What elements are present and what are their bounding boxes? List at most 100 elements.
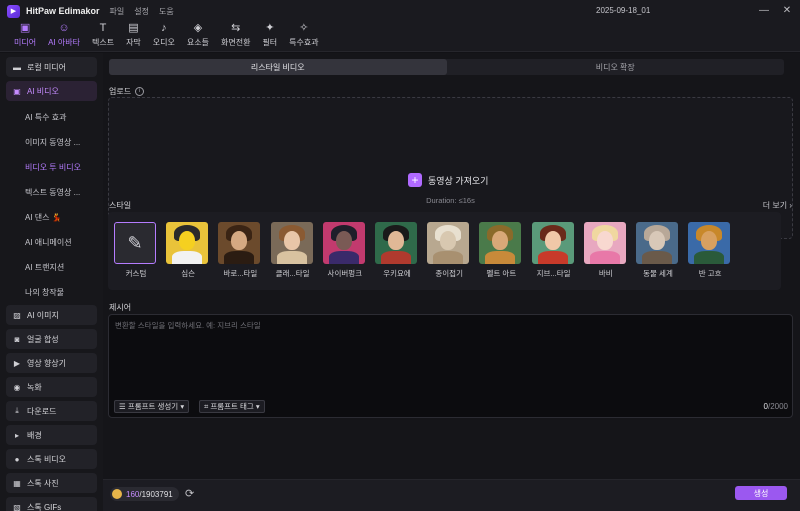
- sidebar-sub-text-to-video[interactable]: 텍스트 동영상 ...: [6, 180, 97, 205]
- thumbnail-body: [694, 251, 725, 264]
- tool-text[interactable]: T 텍스트: [86, 23, 120, 51]
- thumbnail-body: [642, 251, 672, 264]
- credits-badge: 160/1903791: [110, 487, 179, 501]
- thumbnail-body: [485, 251, 516, 264]
- style-name: 펠트 아트: [486, 269, 517, 278]
- record-icon: ◉: [13, 382, 21, 392]
- custom-style-icon: ✎: [114, 222, 156, 264]
- char-count-max: /2000: [767, 402, 788, 411]
- prompt-box: ☰ 프롬프트 생성기 ▾ ⌗ 프롬프트 태그 ▾ 0/2000: [108, 314, 793, 418]
- duration-limit: Duration: ≤16s: [426, 196, 475, 205]
- style-thumbnail: [688, 222, 731, 264]
- prompt-tag-dropdown[interactable]: ⌗ 프롬프트 태그 ▾: [199, 400, 265, 413]
- thumbnail-body: [537, 251, 568, 264]
- style-card[interactable]: 종이접기: [427, 222, 471, 279]
- tool-transition[interactable]: ⇆ 화면전환: [215, 23, 256, 51]
- sidebar-item-label: 스톡 비디오: [27, 454, 67, 464]
- sidebar-item-ai-video[interactable]: ▣ AI 비디오: [6, 81, 97, 101]
- style-card[interactable]: 바로...타일: [218, 222, 262, 279]
- style-section-label: 스타일: [109, 201, 132, 210]
- elements-icon: ◈: [193, 22, 203, 34]
- prompt-generator-dropdown[interactable]: ☰ 프롬프트 생성기 ▾: [114, 400, 190, 413]
- style-card[interactable]: 클래...타일: [270, 222, 315, 279]
- thumbnail-face: [596, 231, 613, 250]
- sidebar-sub-ai-dance[interactable]: AI 댄스 💃: [6, 205, 97, 230]
- style-card[interactable]: ✎ 커스텀: [114, 222, 158, 279]
- menu-help[interactable]: 도움: [159, 6, 174, 17]
- upload-section-label: 업로드 i: [109, 86, 145, 97]
- caret-down-icon: ▾: [180, 402, 185, 411]
- app-title: HitPaw Edimakor: [26, 6, 100, 16]
- sidebar-item-video-enhancer[interactable]: ▶ 영상 향상기: [6, 353, 97, 373]
- close-icon[interactable]: ✕: [780, 4, 794, 18]
- style-thumbnail: [479, 222, 522, 264]
- menu-file[interactable]: 파일: [110, 6, 125, 17]
- top-toolbar: ▣ 미디어 ☺ AI 아바타 T 텍스트 ▤ 자막 ♪ 오디오 ◈ 요소들 ⇆ …: [0, 22, 800, 52]
- upload-label-text: 업로드: [109, 87, 132, 96]
- tool-effects[interactable]: ✧ 특수효과: [283, 23, 324, 51]
- tool-ai-avatar[interactable]: ☺ AI 아바타: [42, 23, 86, 51]
- style-name: 반 고흐: [698, 269, 722, 278]
- style-name: 사이버펑크: [327, 269, 363, 278]
- sidebar-sub-video-to-video[interactable]: 비디오 투 비디오: [6, 155, 97, 180]
- sidebar-sub-image-to-video[interactable]: 이미지 동영상 ...: [6, 130, 97, 155]
- thumbnail-face: [231, 231, 248, 250]
- more-styles-link[interactable]: 더 보기 ›: [763, 200, 792, 211]
- sidebar-item-download[interactable]: ⤓ 다운로드: [6, 401, 97, 421]
- sidebar-sub-ai-animation[interactable]: AI 애니메이션: [6, 230, 97, 255]
- sidebar-item-ai-image[interactable]: ▨ AI 이미지: [6, 305, 97, 325]
- thumbnail-body: [381, 251, 411, 264]
- sidebar-sub-ai-transition[interactable]: AI 트랜지션: [6, 255, 97, 280]
- sidebar-item-label: 로컬 미디어: [27, 62, 67, 72]
- style-card[interactable]: 바비: [583, 222, 628, 279]
- thumbnail-face: [649, 231, 665, 250]
- tab-video-extend[interactable]: 비디오 확장: [447, 59, 785, 75]
- sidebar-item-stock-video[interactable]: ● 스톡 비디오: [6, 449, 97, 469]
- style-card[interactable]: 심슨: [166, 222, 210, 279]
- import-video-button[interactable]: + 동영상 가져오기: [408, 173, 488, 187]
- thumbnail-body: [589, 251, 620, 264]
- stock-photo-icon: ▦: [13, 478, 21, 488]
- menu-settings[interactable]: 설정: [134, 6, 149, 17]
- minimize-icon[interactable]: —: [757, 4, 771, 18]
- prompt-generator-label: 프롬프트 생성기: [127, 402, 179, 411]
- chevron-right-icon: ›: [789, 201, 792, 210]
- tool-elements[interactable]: ◈ 요소들: [181, 23, 215, 51]
- prompt-tag-label: 프롬프트 태그: [210, 402, 254, 411]
- sidebar-sub-ai-effects[interactable]: AI 특수 효과: [6, 105, 97, 130]
- app-logo-icon: ▶: [7, 4, 20, 18]
- tool-label: 특수효과: [289, 38, 319, 47]
- generate-button[interactable]: 생성: [735, 486, 787, 500]
- style-card[interactable]: 지브...타일: [531, 222, 576, 279]
- sidebar-sub-my-creations[interactable]: 나의 창작물: [6, 280, 97, 305]
- prompt-input[interactable]: [115, 320, 775, 390]
- sidebar-item-face-swap[interactable]: ◙ 얼굴 합성: [6, 329, 97, 349]
- sidebar-item-stock-photo[interactable]: ▦ 스톡 사진: [6, 473, 97, 493]
- sidebar-item-background[interactable]: ▸ 배경: [6, 425, 97, 445]
- style-card[interactable]: 우키요에: [375, 222, 419, 279]
- thumbnail-face: [440, 231, 457, 250]
- thumbnail-face: [283, 231, 300, 250]
- subtitle-icon: ▤: [128, 22, 139, 34]
- image-icon: ▨: [13, 310, 21, 320]
- style-card[interactable]: 동물 세계: [636, 222, 680, 279]
- style-thumbnail: [270, 222, 313, 264]
- sidebar-item-record[interactable]: ◉ 녹화: [6, 377, 97, 397]
- style-card[interactable]: 반 고흐: [688, 222, 732, 279]
- tool-filter[interactable]: ✦ 필터: [256, 23, 283, 51]
- style-name: 커스텀: [125, 269, 147, 278]
- tool-audio[interactable]: ♪ 오디오: [147, 23, 181, 51]
- tool-subtitle[interactable]: ▤ 자막: [120, 23, 147, 51]
- tab-restyle-video[interactable]: 리스타일 비디오: [109, 59, 447, 75]
- sidebar-item-local-media[interactable]: ▬ 로컬 미디어: [6, 57, 97, 77]
- stock-gif-icon: ▧: [13, 502, 21, 511]
- sidebar-item-label: 스톡 GIFs: [27, 502, 62, 511]
- info-icon[interactable]: i: [135, 87, 145, 97]
- sidebar-item-label: 얼굴 합성: [27, 334, 59, 344]
- sidebar-item-stock-gifs[interactable]: ▧ 스톡 GIFs: [6, 497, 97, 511]
- style-card[interactable]: 펠트 아트: [479, 222, 523, 279]
- tool-media[interactable]: ▣ 미디어: [8, 23, 42, 51]
- style-card[interactable]: 사이버펑크: [322, 222, 367, 279]
- refresh-icon[interactable]: ⟳: [185, 487, 194, 500]
- sidebar-item-label: 다운로드: [27, 406, 57, 416]
